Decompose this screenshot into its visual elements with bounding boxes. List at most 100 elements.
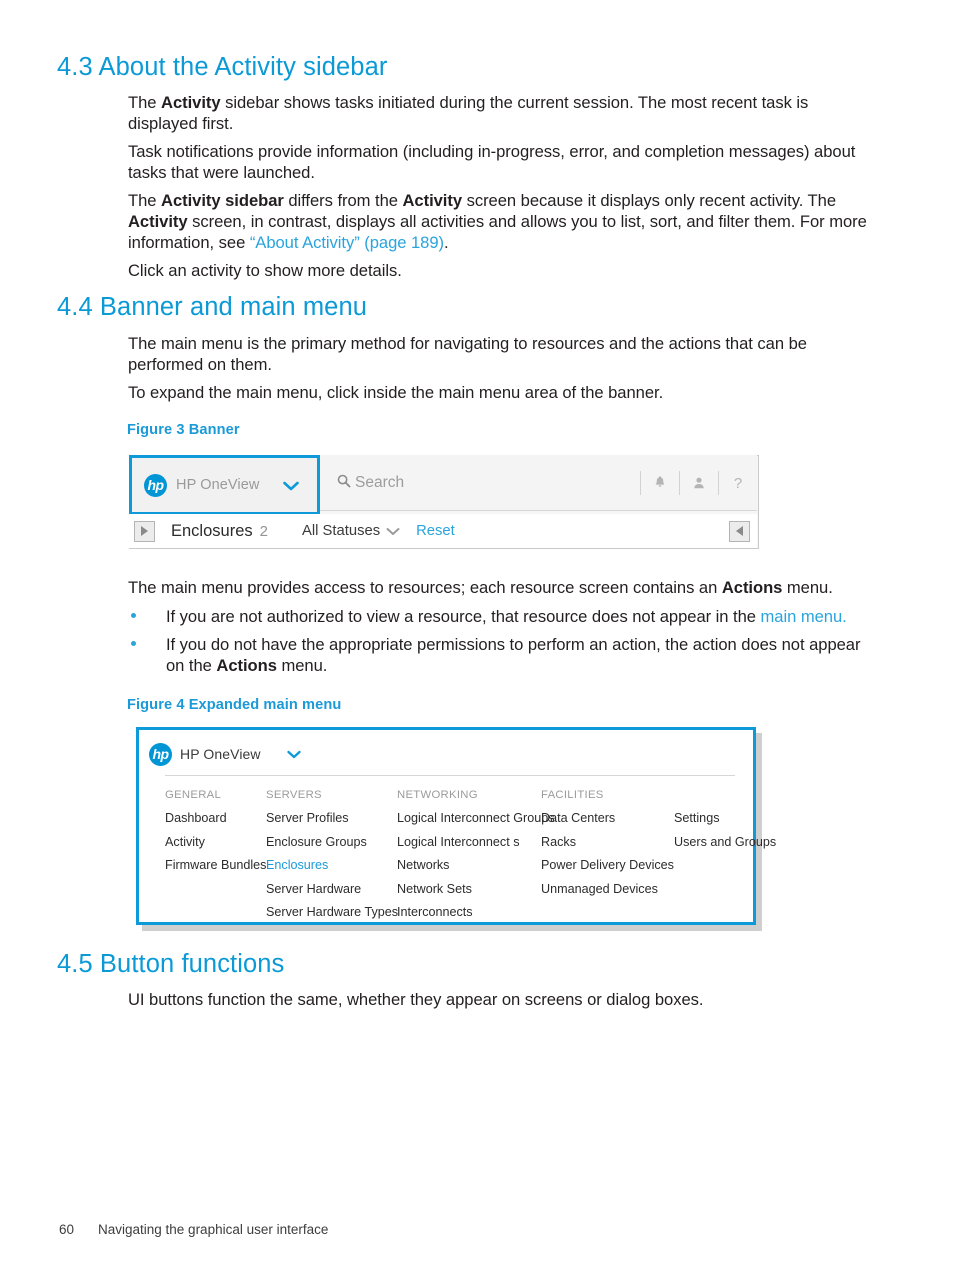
- paragraph-expand-main-menu: To expand the main menu, click inside th…: [128, 382, 873, 403]
- banner-icon-group: ?: [640, 471, 757, 495]
- paragraph-task-notifications: Task notifications provide information (…: [128, 141, 873, 183]
- paragraph-click-activity: Click an activity to show more details.: [128, 260, 873, 281]
- menu-column-administration: Settings Users and Groups: [674, 789, 776, 929]
- paragraph-ui-buttons: UI buttons function the same, whether th…: [128, 989, 873, 1010]
- figure-3-banner-image: Search ? hp HP OneView Enclosures 2 All …: [129, 455, 759, 549]
- text-run: To expand the main menu, click inside th…: [128, 383, 664, 402]
- expanded-menu-header[interactable]: hp HP OneView: [139, 730, 753, 766]
- triangle-right-icon: [141, 526, 148, 536]
- section-heading-4-3: 4.3 About the Activity sidebar: [57, 53, 388, 81]
- menu-column-servers: SERVERS Server Profiles Enclosure Groups…: [266, 789, 398, 929]
- figure-caption-3: Figure 3 Banner: [127, 422, 240, 438]
- menu-item-unmanaged-devices[interactable]: Unmanaged Devices: [541, 882, 674, 896]
- menu-column-networking: NETWORKING Logical Interconnect Groups L…: [397, 789, 555, 929]
- column-header-facilities: FACILITIES: [541, 789, 604, 801]
- product-title: HP OneView: [176, 477, 260, 493]
- main-menu-link[interactable]: main menu.: [761, 607, 847, 626]
- help-icon[interactable]: ?: [719, 475, 757, 492]
- text-run: The: [128, 93, 162, 112]
- hp-logo-icon: hp: [149, 742, 172, 766]
- expanded-main-menu-panel: hp HP OneView GENERAL Dashboard Activity…: [136, 727, 776, 925]
- product-title: HP OneView: [180, 746, 261, 762]
- menu-item-network-sets[interactable]: Network Sets: [397, 882, 541, 896]
- chevron-down-icon[interactable]: [283, 477, 299, 494]
- permissions-bullet-list: If you are not authorized to view a reso…: [128, 606, 873, 676]
- resource-count-badge: 2: [259, 522, 268, 540]
- menu-column-facilities: FACILITIES Data Centers Racks Power Deli…: [541, 789, 674, 929]
- menu-item-networks[interactable]: Networks: [397, 858, 541, 872]
- menu-item-activity[interactable]: Activity: [165, 835, 266, 849]
- search-input-placeholder[interactable]: Search: [355, 474, 404, 492]
- cross-reference-link-about-activity[interactable]: “About Activity” (page 189): [250, 233, 444, 252]
- text-run-bold: Activity sidebar: [161, 191, 284, 210]
- text-run-bold: Actions: [721, 578, 783, 597]
- menu-item-dashboard[interactable]: Dashboard: [165, 811, 266, 825]
- menu-item-interconnects[interactable]: Interconnects: [397, 905, 541, 919]
- text-run-bold: Activity: [128, 212, 188, 231]
- text-run: The main menu provides access to resourc…: [128, 578, 722, 597]
- menu-item-users-and-groups[interactable]: Users and Groups: [674, 835, 776, 849]
- list-item: If you do not have the appropriate permi…: [128, 634, 873, 676]
- status-filter-dropdown[interactable]: All Statuses: [302, 523, 380, 539]
- column-header-general: GENERAL: [165, 789, 222, 801]
- text-run: sidebar shows tasks initiated during the…: [128, 93, 809, 133]
- text-run: differs from the: [283, 191, 403, 210]
- figure-4-expanded-main-menu-image: hp HP OneView GENERAL Dashboard Activity…: [136, 727, 776, 931]
- text-run: menu.: [276, 656, 328, 675]
- expand-sidebar-button[interactable]: [134, 520, 155, 542]
- collapse-panel-button[interactable]: [729, 520, 750, 542]
- notification-bell-icon[interactable]: [641, 476, 679, 490]
- footer-chapter-title: Navigating the graphical user interface: [98, 1222, 329, 1237]
- text-run: The main menu is the primary method for …: [128, 334, 807, 374]
- text-run: screen because it displays only recent a…: [462, 191, 836, 210]
- text-run: screen, in contrast, displays all activi…: [128, 212, 867, 252]
- text-run: Click an activity to show more details.: [128, 261, 402, 280]
- column-header-networking: NETWORKING: [397, 789, 478, 801]
- text-run-bold: Activity: [161, 93, 221, 112]
- menu-columns: GENERAL Dashboard Activity Firmware Bund…: [139, 776, 776, 929]
- paragraph-sidebar-vs-screen: The Activity sidebar differs from the Ac…: [128, 190, 873, 253]
- text-run-bold: Actions: [216, 656, 277, 675]
- figure-caption-4: Figure 4 Expanded main menu: [127, 697, 342, 713]
- menu-item-logical-interconnect-groups[interactable]: Logical Interconnect Groups: [397, 811, 555, 825]
- paragraph-main-menu-primary: The main menu is the primary method for …: [128, 333, 858, 375]
- list-item: If you are not authorized to view a reso…: [128, 606, 873, 627]
- page-number: 60: [59, 1222, 75, 1237]
- hp-logo-icon: hp: [144, 473, 167, 497]
- menu-item-logical-interconnects[interactable]: Logical Interconnect s: [397, 835, 541, 849]
- text-run: The: [128, 191, 162, 210]
- menu-item-settings[interactable]: Settings: [674, 811, 774, 825]
- search-icon: [337, 474, 351, 493]
- bullet-dot-icon: [131, 641, 136, 646]
- section-heading-4-5: 4.5 Button functions: [57, 950, 285, 978]
- menu-column-general: GENERAL Dashboard Activity Firmware Bund…: [165, 789, 266, 929]
- menu-item-power-delivery-devices[interactable]: Power Delivery Devices: [541, 858, 674, 872]
- triangle-left-icon: [736, 526, 743, 536]
- resource-name-label: Enclosures: [171, 521, 253, 540]
- text-run: menu.: [782, 578, 833, 597]
- menu-item-racks[interactable]: Racks: [541, 835, 674, 849]
- menu-item-enclosures[interactable]: Enclosures: [266, 858, 397, 872]
- menu-item-data-centers[interactable]: Data Centers: [541, 811, 674, 825]
- bullet-dot-icon: [131, 613, 136, 618]
- column-header-administration: [674, 789, 774, 811]
- reset-filter-link[interactable]: Reset: [416, 523, 455, 539]
- menu-item-firmware-bundles[interactable]: Firmware Bundles: [165, 858, 266, 872]
- paragraph-activity-sidebar-intro: The Activity sidebar shows tasks initiat…: [128, 92, 873, 134]
- chevron-down-icon[interactable]: [286, 747, 301, 761]
- chevron-down-icon[interactable]: [386, 523, 400, 539]
- document-page: 4.3 About the Activity sidebar The Activ…: [0, 0, 954, 1271]
- user-account-icon[interactable]: [680, 476, 718, 490]
- menu-item-enclosure-groups[interactable]: Enclosure Groups: [266, 835, 397, 849]
- menu-item-server-hardware[interactable]: Server Hardware: [266, 882, 397, 896]
- menu-item-server-profiles[interactable]: Server Profiles: [266, 811, 397, 825]
- column-header-servers: SERVERS: [266, 789, 322, 801]
- text-run: If you are not authorized to view a reso…: [166, 607, 761, 626]
- text-run: UI buttons function the same, whether th…: [128, 990, 704, 1009]
- text-run: Task notifications provide information (…: [128, 142, 856, 182]
- text-run: .: [444, 233, 449, 252]
- menu-item-server-hardware-types[interactable]: Server Hardware Types: [266, 905, 398, 919]
- main-menu-button[interactable]: hp HP OneView: [129, 455, 320, 515]
- banner-search-area[interactable]: Search ?: [326, 455, 757, 511]
- page-footer: 60 Navigating the graphical user interfa…: [59, 1222, 328, 1237]
